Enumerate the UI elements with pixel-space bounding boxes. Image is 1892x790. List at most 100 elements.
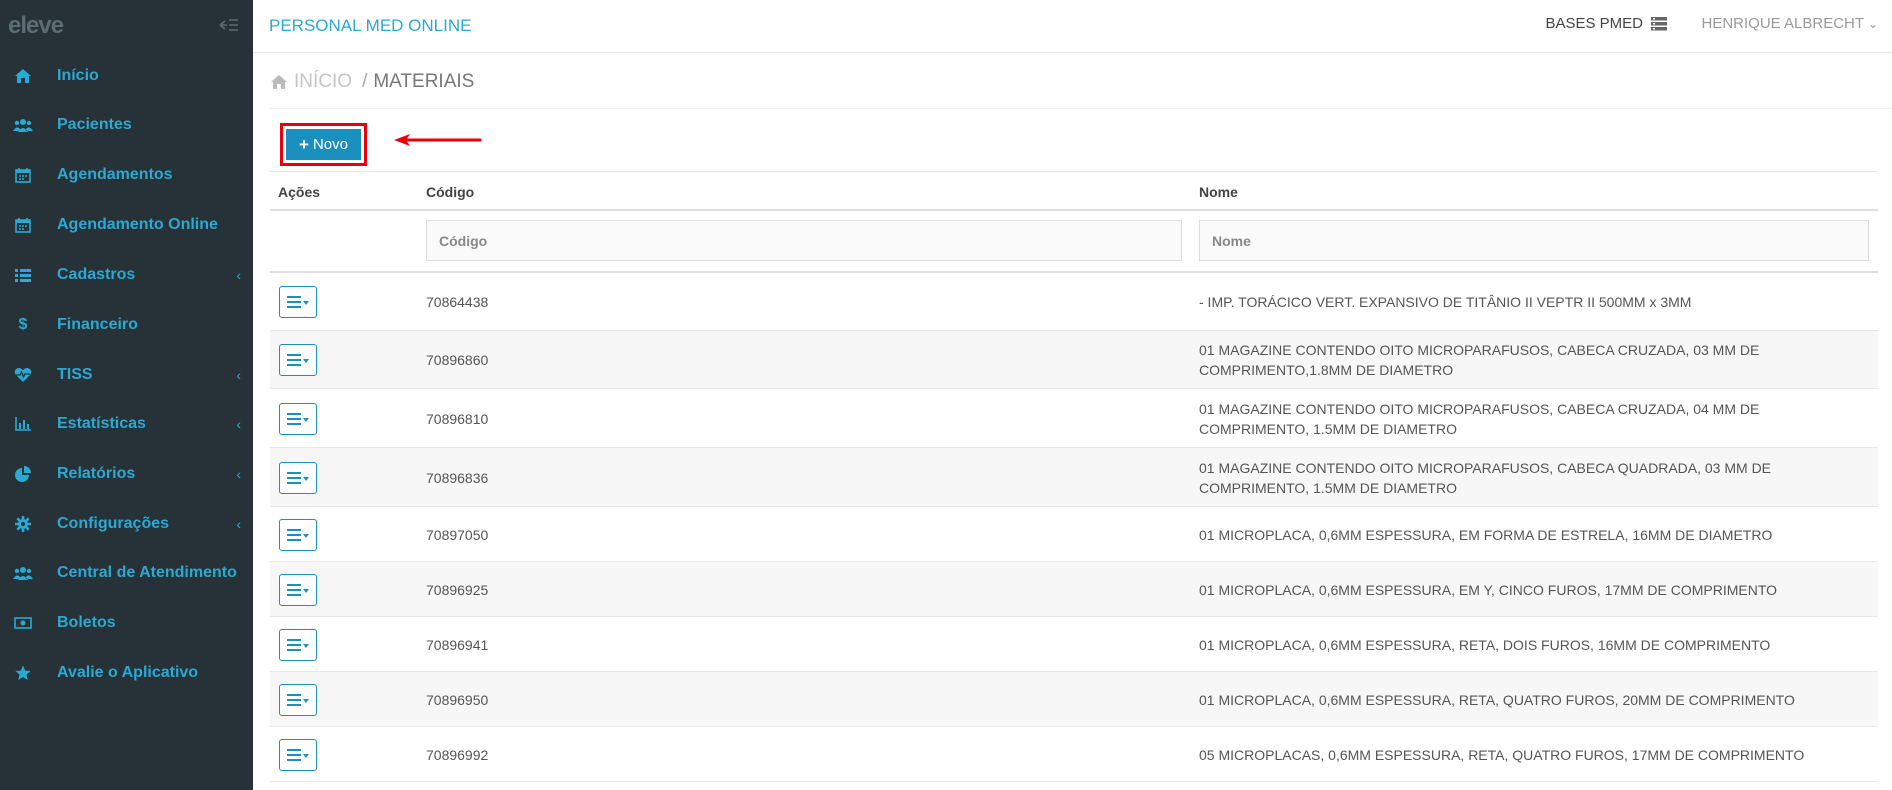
- gear-icon: [13, 514, 33, 534]
- list-icon: [13, 265, 33, 285]
- chevron-left-icon: ‹: [236, 516, 241, 532]
- row-actions-button[interactable]: [279, 573, 317, 606]
- calendar-icon: [13, 165, 33, 185]
- sidebar-item-label: Pacientes: [57, 116, 132, 133]
- user-name: HENRIQUE ALBRECHT: [1701, 15, 1864, 32]
- sidebar-item-label: Relatórios: [57, 465, 136, 482]
- sidebar-item-inicio[interactable]: Início: [0, 53, 253, 99]
- sidebar-item-agendamento-online[interactable]: Agendamento Online: [0, 202, 253, 248]
- row-actions-button[interactable]: [279, 461, 317, 494]
- sidebar-item-label: Estatísticas: [57, 415, 146, 432]
- row-code: 70897050: [426, 526, 489, 543]
- sidebar-item-label: Agendamentos: [57, 166, 173, 183]
- table-header: Ações Código Nome: [270, 171, 1878, 211]
- row-actions-button[interactable]: [279, 628, 317, 661]
- user-menu[interactable]: HENRIQUE ALBRECHT ⌄: [1702, 15, 1879, 32]
- sidebar-item-label: Cadastros: [57, 266, 136, 283]
- materials-table: Ações Código Nome 70864438 - IMP. TORÁCIC…: [270, 171, 1878, 782]
- home-icon: [13, 66, 33, 86]
- row-actions-button[interactable]: [279, 738, 317, 771]
- breadcrumb-separator: /: [362, 71, 368, 92]
- sidebar-item-pacientes[interactable]: Pacientes: [0, 102, 253, 148]
- sidebar-item-agendamentos[interactable]: Agendamentos: [0, 152, 253, 198]
- name-filter-input[interactable]: [1199, 220, 1869, 261]
- row-name: 01 MICROPLACA, 0,6MM ESPESSURA, RETA, DO…: [1199, 636, 1771, 653]
- sidebar-item-label: Financeiro: [57, 316, 138, 333]
- row-actions-button[interactable]: [279, 344, 317, 376]
- row-code: 70864438: [426, 294, 489, 310]
- table-row: 70864438 - IMP. TORÁCICO VERT. EXPANSIVO …: [270, 273, 1878, 331]
- row-actions-button[interactable]: [279, 683, 317, 716]
- row-code: 70896810: [426, 410, 489, 427]
- row-name: 01 MICROPLACA, 0,6MM ESPESSURA, EM Y, CI…: [1199, 581, 1778, 598]
- menu-dropdown-icon: [287, 412, 309, 425]
- sidebar-item-label: Configurações: [57, 515, 170, 532]
- sidebar-item-label: Avalie o Aplicativo: [57, 664, 199, 681]
- table-row: 70896941 01 MICROPLACA, 0,6MM ESPESSURA, …: [270, 617, 1878, 672]
- row-code: 70896925: [426, 581, 489, 598]
- sidebar-item-estatisticas[interactable]: Estatísticas ‹: [0, 401, 253, 447]
- bar-chart-icon: [13, 414, 33, 434]
- code-filter-input[interactable]: [426, 220, 1182, 261]
- app-title: PERSONAL MED ONLINE: [269, 16, 472, 35]
- users-icon: [13, 563, 33, 583]
- arrow-annotation-icon: [394, 134, 482, 146]
- new-button[interactable]: + Novo: [286, 129, 361, 160]
- top-header: PERSONAL MED ONLINE BASES PMED HENRIQUE …: [253, 0, 1892, 53]
- sidebar-item-configuracoes[interactable]: Configurações ‹: [0, 501, 253, 547]
- row-code: 70896941: [426, 636, 489, 653]
- breadcrumb-home[interactable]: INÍCIO: [294, 71, 352, 93]
- sidebar-item-tiss[interactable]: TISS ‹: [0, 352, 253, 398]
- bases-selector[interactable]: BASES PMED: [1545, 15, 1667, 32]
- sidebar-item-label: Início: [57, 67, 99, 84]
- row-code: 70896860: [426, 352, 489, 368]
- sidebar-item-label: Central de Atendimento: [57, 564, 237, 581]
- breadcrumb-current: MATERIAIS: [373, 71, 475, 92]
- calendar-icon: [13, 215, 33, 235]
- filter-row: [270, 211, 1878, 273]
- menu-dropdown-icon: [287, 748, 309, 761]
- table-row: 70896992 05 MICROPLACAS, 0,6MM ESPESSURA,…: [270, 727, 1878, 782]
- users-icon: [13, 115, 33, 135]
- sidebar: eleve Início Pacientes Agendamentos Agen…: [0, 0, 253, 790]
- sidebar-item-boletos[interactable]: Boletos: [0, 600, 253, 646]
- row-name: 01 MAGAZINE CONTENDO OITO MICROPARAFUSOS…: [1199, 400, 1760, 437]
- table-row: 70896810 01 MAGAZINE CONTENDO OITO MICROP…: [270, 389, 1878, 448]
- table-row: 70896925 01 MICROPLACA, 0,6MM ESPESSURA, …: [270, 562, 1878, 617]
- row-actions-button[interactable]: [279, 518, 317, 551]
- new-button-label: Novo: [312, 136, 348, 153]
- bases-label: BASES PMED: [1545, 15, 1643, 32]
- logo-text: eleve: [8, 12, 64, 39]
- menu-dropdown-icon: [287, 638, 309, 651]
- collapse-sidebar-icon[interactable]: [219, 16, 239, 34]
- row-name: 01 MAGAZINE CONTENDO OITO MICROPARAFUSOS…: [1199, 459, 1772, 496]
- divider: [270, 108, 1892, 109]
- row-name: 01 MICROPLACA, 0,6MM ESPESSURA, EM FORMA…: [1199, 526, 1773, 543]
- home-icon: [271, 75, 287, 89]
- plus-icon: +: [299, 134, 309, 154]
- row-name: - IMP. TORÁCICO VERT. EXPANSIVO DE TITÂN…: [1199, 294, 1692, 310]
- heartbeat-icon: [13, 365, 33, 385]
- sidebar-item-label: Boletos: [57, 614, 116, 631]
- column-header-name[interactable]: Nome: [1199, 184, 1238, 200]
- menu-dropdown-icon: [287, 354, 309, 366]
- row-actions-button[interactable]: [279, 286, 317, 318]
- column-header-actions: Ações: [278, 184, 321, 200]
- chevron-down-icon: ⌄: [1867, 17, 1878, 31]
- table-row: 70896836 01 MAGAZINE CONTENDO OITO MICROP…: [270, 448, 1878, 507]
- row-name: 01 MAGAZINE CONTENDO OITO MICROPARAFUSOS…: [1199, 342, 1760, 378]
- menu-dropdown-icon: [287, 296, 309, 308]
- row-actions-button[interactable]: [279, 402, 317, 435]
- sidebar-item-relatorios[interactable]: Relatórios ‹: [0, 451, 253, 497]
- database-icon: [1651, 16, 1667, 30]
- sidebar-item-financeiro[interactable]: $ Financeiro: [0, 302, 253, 348]
- chevron-left-icon: ‹: [236, 367, 241, 383]
- sidebar-item-label: TISS: [57, 366, 93, 383]
- sidebar-item-cadastros[interactable]: Cadastros ‹: [0, 252, 253, 298]
- table-row: 70896860 01 MAGAZINE CONTENDO OITO MICROP…: [270, 331, 1878, 389]
- menu-dropdown-icon: [287, 471, 309, 484]
- column-header-code[interactable]: Código: [426, 184, 474, 200]
- sidebar-item-avalie[interactable]: Avalie o Aplicativo: [0, 650, 253, 696]
- sidebar-item-central-atendimento[interactable]: Central de Atendimento: [0, 550, 253, 596]
- row-code: 70896836: [426, 469, 489, 486]
